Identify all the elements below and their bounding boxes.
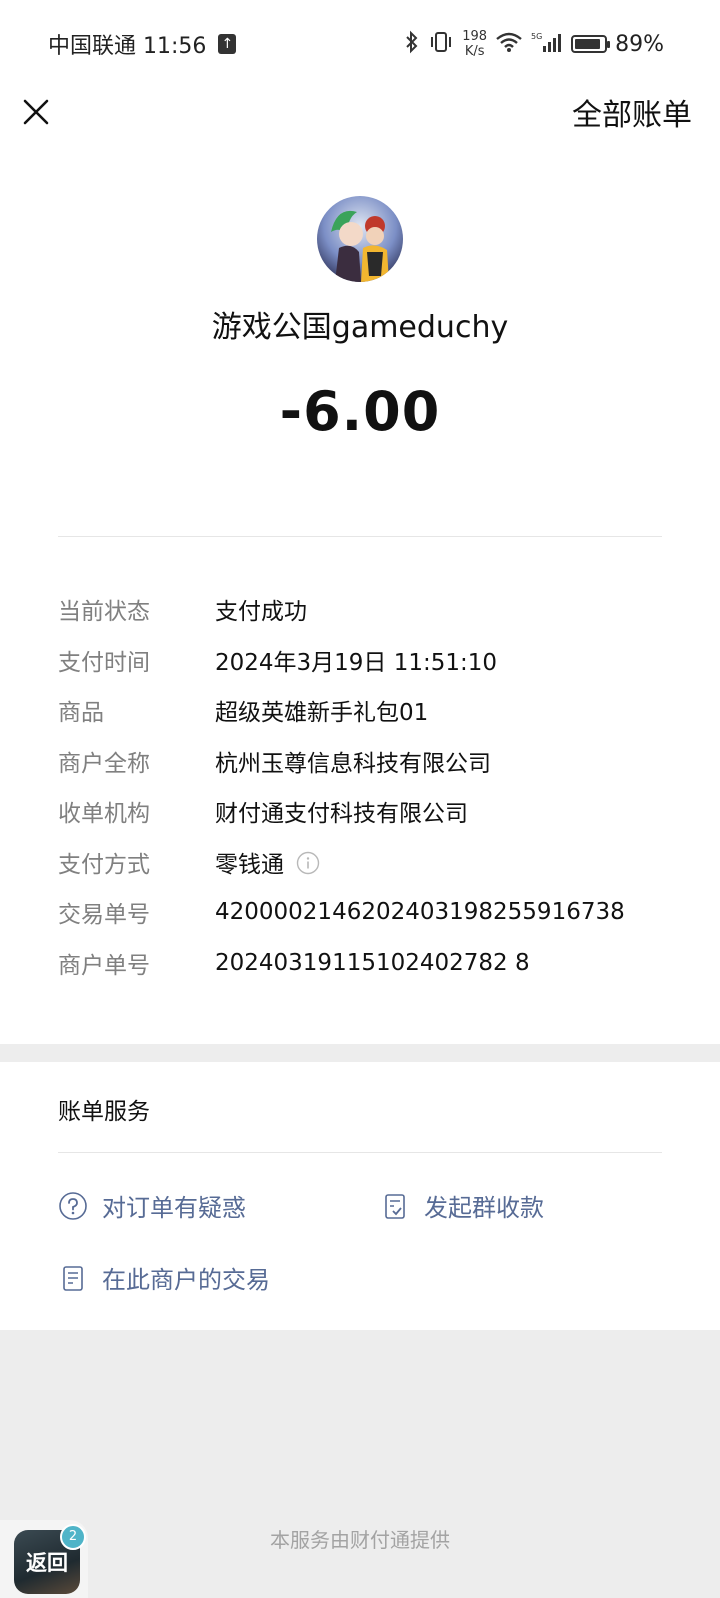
- services-title: 账单服务: [58, 1099, 150, 1125]
- carrier-time: 中国联通 11:56: [48, 34, 207, 59]
- detail-value: 支付成功: [215, 599, 307, 626]
- notification-badge: 2: [60, 1524, 86, 1550]
- status-bar: 中国联通 11:56 ↑ 198 K/s 5G 89%: [0, 0, 720, 88]
- nav-bar: 全部账单: [0, 88, 720, 155]
- detail-value: 超级英雄新手礼包01: [215, 700, 429, 727]
- merchant-avatar: [317, 196, 403, 282]
- merchant-trades-label: 在此商户的交易: [102, 1266, 270, 1294]
- provider-footer: 本服务由财付通提供: [270, 1528, 450, 1552]
- bill-amount: -6.00: [279, 380, 441, 443]
- group-collect-label: 发起群收款: [424, 1194, 544, 1222]
- detail-row-transaction-id: 交易单号 4200002146202403198255916738: [58, 887, 678, 938]
- status-left: 中国联通 11:56 ↑: [48, 28, 237, 60]
- bill-details: 当前状态 支付成功 支付时间 2024年3月19日 11:51:10 商品 超级…: [58, 584, 678, 988]
- status-right: 198 K/s 5G 89%: [404, 26, 664, 62]
- close-icon[interactable]: [20, 96, 52, 128]
- bill-services: 账单服务 对订单有疑惑 发起群收款 在此商户的交易: [0, 1062, 720, 1330]
- order-doubt-label: 对订单有疑惑: [102, 1194, 246, 1222]
- vibrate-icon: [428, 30, 454, 59]
- all-bills-link[interactable]: 全部账单: [572, 90, 692, 134]
- back-label: 返回: [26, 1551, 68, 1575]
- question-icon: [58, 1191, 88, 1221]
- document-icon: [58, 1263, 88, 1293]
- detail-value: 零钱通: [215, 851, 284, 878]
- merchant-name: 游戏公国gameduchy: [211, 310, 509, 345]
- upload-icon: ↑: [218, 34, 237, 54]
- battery-level: [575, 39, 601, 49]
- bill-detail-card: 游戏公国gameduchy -6.00 当前状态 支付成功 支付时间 2024年…: [0, 154, 720, 1044]
- detail-row-pay-time: 支付时间 2024年3月19日 11:51:10: [58, 635, 678, 686]
- detail-label: 商户单号: [58, 952, 150, 979]
- detail-label: 交易单号: [58, 902, 150, 929]
- detail-label: 当前状态: [58, 599, 150, 626]
- divider: [58, 536, 662, 537]
- detail-value: 4200002146202403198255916738: [215, 899, 625, 926]
- detail-row-merchant-order-id: 商户单号 20240319115102402782 8: [58, 938, 678, 989]
- signal-icon: 5G: [531, 31, 563, 58]
- detail-row-acquirer: 收单机构 财付通支付科技有限公司: [58, 786, 678, 837]
- detail-value: 2024年3月19日 11:51:10: [215, 649, 498, 676]
- detail-row-merchant-full-name: 商户全称 杭州玉尊信息科技有限公司: [58, 736, 678, 787]
- detail-value: 20240319115102402782 8: [215, 949, 530, 976]
- wifi-icon: [495, 31, 523, 58]
- order-doubt-link[interactable]: 对订单有疑惑: [58, 1188, 246, 1223]
- detail-row-product: 商品 超级英雄新手礼包01: [58, 685, 678, 736]
- receipt-check-icon: [380, 1191, 410, 1221]
- speed-value: 198: [462, 29, 488, 44]
- detail-label: 商品: [58, 700, 104, 727]
- bluetooth-icon: [404, 30, 420, 59]
- merchant-trades-link[interactable]: 在此商户的交易: [58, 1260, 270, 1295]
- speed-unit: K/s: [464, 44, 485, 59]
- network-speed: 198 K/s: [462, 29, 487, 59]
- battery-icon: [571, 35, 611, 53]
- floating-back-widget: 返回 2: [0, 1520, 88, 1598]
- battery-percent: 89%: [615, 31, 664, 57]
- detail-value-container: 零钱通: [215, 845, 320, 879]
- detail-label: 支付时间: [58, 649, 150, 676]
- detail-value: 财付通支付科技有限公司: [215, 801, 468, 828]
- detail-label: 商户全称: [58, 750, 150, 777]
- detail-label: 收单机构: [58, 801, 150, 828]
- detail-row-pay-method: 支付方式 零钱通: [58, 837, 678, 888]
- divider: [58, 1152, 662, 1153]
- detail-row-status: 当前状态 支付成功: [58, 584, 678, 635]
- detail-label: 支付方式: [58, 851, 150, 878]
- group-collect-link[interactable]: 发起群收款: [380, 1188, 544, 1223]
- info-icon[interactable]: [296, 851, 320, 874]
- detail-value: 杭州玉尊信息科技有限公司: [215, 750, 491, 777]
- network-type: 5G: [531, 32, 542, 41]
